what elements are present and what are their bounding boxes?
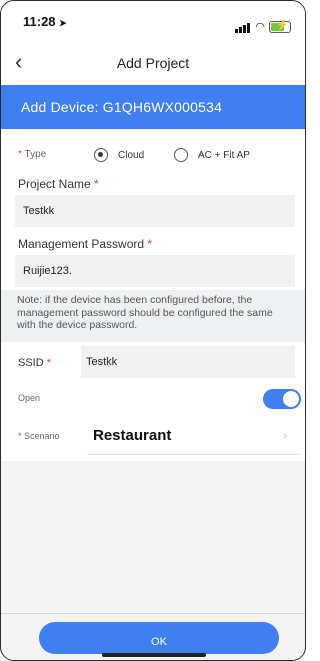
device-banner-text: Add Device: G1QH6WX000534 xyxy=(21,99,223,115)
phone-frame: 11:28 ➤ ◠ ⚡ ‹ Add Project Add Device: G1… xyxy=(0,0,306,661)
open-label: Open xyxy=(18,393,41,403)
password-label-text: Management Password xyxy=(18,237,145,251)
scenario-label-text: Scenario xyxy=(24,431,60,441)
ssid-value: Testkk xyxy=(86,356,118,368)
project-name-value: Testkk xyxy=(23,205,55,217)
ok-button[interactable]: OK xyxy=(39,622,279,654)
wifi-icon: ◠ xyxy=(255,21,265,33)
project-name-input[interactable]: Testkk xyxy=(15,195,295,227)
device-banner: Add Device: G1QH6WX000534 xyxy=(1,85,305,129)
note-box: Note: if the device has been configured … xyxy=(1,290,305,342)
ssid-input[interactable]: Testkk xyxy=(81,346,295,378)
ssid-label-text: SSID xyxy=(18,357,44,369)
project-name-label-text: Project Name xyxy=(18,177,91,191)
required-mark: * xyxy=(94,177,99,191)
required-mark: * xyxy=(18,149,22,160)
type-row: * Type Cloud AC + Fit AP xyxy=(1,141,305,169)
required-mark: * xyxy=(46,357,52,369)
status-time: 11:28 ➤ xyxy=(23,14,67,29)
scenario-label: * Scenario xyxy=(18,431,60,441)
required-mark: * xyxy=(18,431,22,441)
ssid-label: SSID * xyxy=(18,357,51,369)
page-title: Add Project xyxy=(116,55,190,71)
type-label-text: Type xyxy=(24,149,47,160)
status-time-text: 11:28 xyxy=(23,14,56,29)
scenario-value[interactable]: Restaurant xyxy=(93,427,171,444)
radio-ac-fit-ap[interactable] xyxy=(174,148,188,162)
radio-ac-fit-ap-label[interactable]: AC + Fit AP xyxy=(198,150,250,161)
battery-icon: ⚡ xyxy=(269,20,291,33)
location-arrow-icon: ➤ xyxy=(59,18,67,28)
chevron-right-icon[interactable]: › xyxy=(283,428,287,442)
radio-cloud[interactable] xyxy=(94,148,108,162)
nav-bar: ‹ Add Project xyxy=(1,41,305,85)
password-input[interactable]: Ruijie123. xyxy=(15,255,295,287)
password-label: Management Password * xyxy=(18,237,152,251)
radio-cloud-label[interactable]: Cloud xyxy=(118,150,144,161)
type-label: * Type xyxy=(18,149,46,160)
required-mark: * xyxy=(147,237,153,251)
status-icons: ◠ ⚡ xyxy=(235,15,291,33)
signal-icon xyxy=(235,15,251,33)
home-indicator xyxy=(102,653,206,657)
toggle-knob xyxy=(283,391,299,407)
bottom-divider xyxy=(1,613,305,614)
project-name-label: Project Name * xyxy=(18,177,99,191)
divider xyxy=(87,454,301,455)
password-value: Ruijie123. xyxy=(23,265,72,277)
open-toggle[interactable] xyxy=(263,389,301,409)
empty-area xyxy=(1,461,305,613)
status-bar: 11:28 ➤ ◠ ⚡ xyxy=(1,1,305,41)
ok-button-label: OK xyxy=(151,636,167,648)
note-text: Note: if the device has been configured … xyxy=(17,294,273,331)
